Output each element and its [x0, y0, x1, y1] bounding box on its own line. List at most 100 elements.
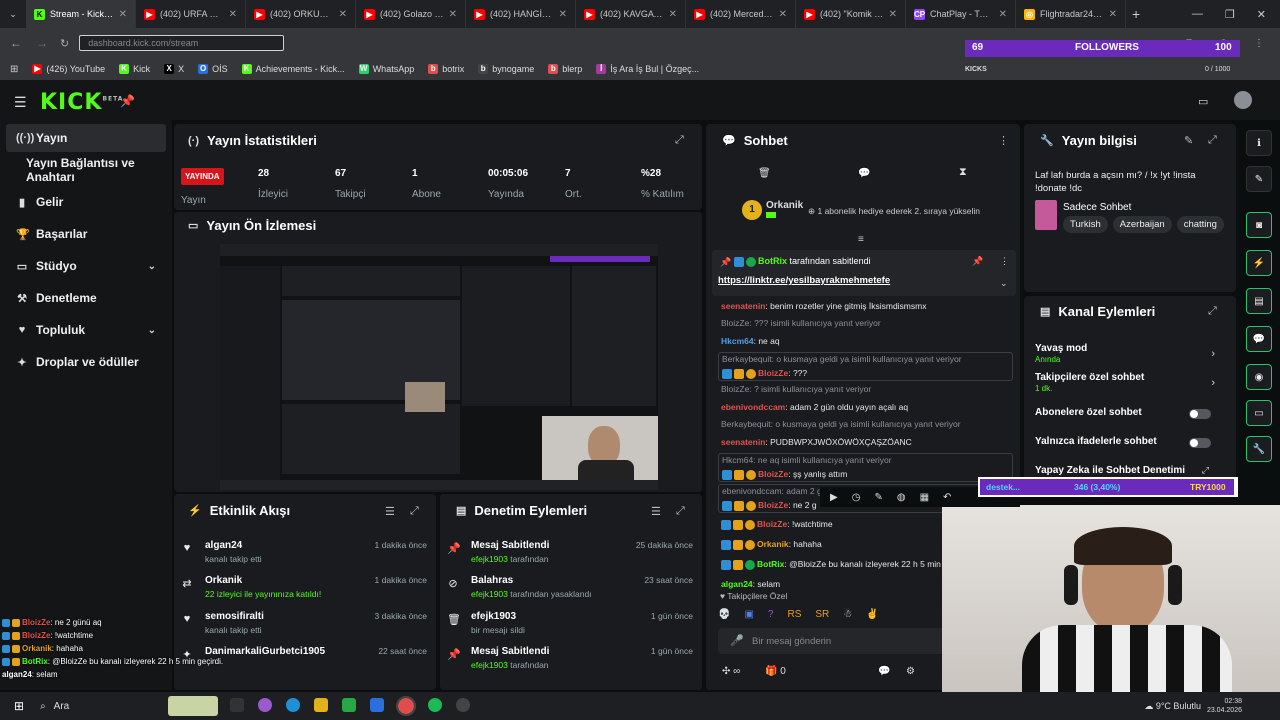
sidebar-item[interactable]: ♥ Topluluk ⌄	[6, 316, 166, 344]
windows-start-icon[interactable]: ⊞	[14, 699, 24, 713]
gift-display[interactable]: 🎁 0	[765, 666, 786, 677]
emote-sr[interactable]: SR	[815, 609, 829, 620]
edit-icon[interactable]: ✎	[1184, 134, 1193, 147]
moderator-name[interactable]: efejk1903	[471, 554, 508, 564]
toggle-switch[interactable]	[1189, 409, 1211, 419]
tag-chip[interactable]: Turkish	[1063, 216, 1108, 233]
close-tab-icon[interactable]: ✕	[999, 9, 1007, 20]
chat-message[interactable]: BloizZe: ??? isimli kullanıcıya yanıt ve…	[718, 317, 1013, 330]
chat-message[interactable]: ebenivondccam: adam 2 gün oldu yayın aça…	[718, 398, 1013, 416]
apps-icon[interactable]: ⊞	[10, 64, 18, 75]
spotify-icon[interactable]	[428, 698, 443, 712]
sidebar-item[interactable]: ⚒ Denetleme	[6, 284, 166, 312]
chat-username[interactable]: Hkcm64	[721, 336, 754, 346]
points-display[interactable]: ✣ ∞	[722, 666, 740, 677]
channel-action-item[interactable]: Takipçilere özel sohbet 1 dk. ›	[1035, 372, 1225, 396]
unpin-icon[interactable]: 📌	[972, 256, 983, 267]
outlook-icon[interactable]	[370, 698, 385, 712]
chevron-right-icon[interactable]: ›	[1211, 348, 1215, 360]
url-input[interactable]: dashboard.kick.com/stream	[79, 35, 285, 51]
chat-username[interactable]: BloizZe	[758, 500, 788, 510]
chevron-right-icon[interactable]: ›	[1211, 377, 1215, 389]
close-tab-icon[interactable]: ✕	[119, 9, 127, 20]
screen-icon[interactable]: ▭	[1246, 400, 1272, 426]
top-user[interactable]: Orkanik	[766, 200, 803, 211]
reload-icon[interactable]: ↻	[60, 37, 69, 50]
sidebar-item[interactable]: ▭ Stüdyo ⌄	[6, 252, 166, 280]
sidebar-item[interactable]: ▮ Gelir	[6, 188, 166, 216]
chat-bubble-icon[interactable]: 💬	[878, 666, 890, 677]
chat-bubble-icon[interactable]: 💬	[858, 168, 870, 179]
trash-icon[interactable]: 🗑	[758, 168, 771, 179]
channel-action-item[interactable]: Yavaş mod Anında ›	[1035, 343, 1225, 367]
chat-username[interactable]: BotRix	[757, 559, 784, 569]
minimize-icon[interactable]: —	[1192, 8, 1203, 21]
edit-icon[interactable]: ✎	[1246, 166, 1272, 192]
close-tab-icon[interactable]: ✕	[889, 9, 897, 20]
search-box[interactable]: ⌕ Ara	[40, 701, 160, 712]
camera-icon[interactable]: ◙	[1246, 212, 1272, 238]
chat-username[interactable]: algan24	[721, 579, 753, 589]
copy-icon[interactable]: ▦	[920, 492, 929, 503]
tab[interactable]: K Stream - Kick Dash ✕	[26, 0, 136, 28]
bookmark-item[interactable]: K Kick	[119, 64, 150, 74]
more-options-icon[interactable]: ⋮	[998, 134, 1009, 147]
forward-icon[interactable]: →	[36, 36, 48, 50]
edge-icon[interactable]	[286, 698, 301, 712]
play-icon[interactable]: ▶	[830, 492, 838, 503]
close-tab-icon[interactable]: ✕	[229, 9, 237, 20]
hamburger-icon[interactable]: ☰	[14, 94, 27, 111]
tab-search-icon[interactable]: ⌄	[0, 9, 26, 20]
info-icon[interactable]: ℹ	[1246, 130, 1272, 156]
expand-icon[interactable]: ⤢	[1208, 134, 1217, 147]
activity-item[interactable]: ⇄ Orkanik 22 izleyici ile yayınınıza katıl…	[182, 575, 427, 599]
bookmark-item[interactable]: b blerp	[548, 64, 582, 74]
clock-icon[interactable]: ◷	[852, 492, 861, 503]
moderation-item[interactable]: ⊘ Balahras efejk1903 tarafından yasaklandı…	[448, 575, 693, 599]
expand-icon[interactable]: ⤢	[1208, 305, 1217, 318]
pinned-link[interactable]: https://linktr.ee/yesilbayrakmehmetefe	[718, 275, 890, 286]
category-name[interactable]: Sadece Sohbet	[1063, 202, 1131, 213]
external-link-icon[interactable]: ⤢	[1202, 465, 1209, 476]
tag-chip[interactable]: Azerbaijan	[1112, 216, 1172, 233]
moderator-name[interactable]: efejk1903	[471, 660, 508, 670]
tab[interactable]: ▶ (402) "Komik Edit ✕	[796, 0, 906, 28]
wrench-icon[interactable]: 🔧	[1246, 436, 1272, 462]
obs-icon[interactable]	[456, 698, 471, 712]
channel-action-item[interactable]: Abonelere özel sohbet	[1035, 407, 1225, 431]
settings-icon[interactable]: ⚙	[906, 666, 915, 677]
emote-wave[interactable]: ✌	[866, 609, 878, 620]
file-explorer-icon[interactable]	[314, 698, 329, 712]
palette-icon[interactable]: ◍	[897, 492, 906, 503]
menu-icon[interactable]: ⋮	[1254, 38, 1264, 49]
document-icon[interactable]: ▤	[1246, 288, 1272, 314]
chat-message[interactable]: Hkcm64: ne aq	[718, 332, 1013, 350]
clock[interactable]: 02:38 23.04.2026	[1207, 697, 1242, 715]
tab[interactable]: ▶ (402) KAVGA Mİ E ✕	[576, 0, 686, 28]
chat-username[interactable]: ebenivondccam	[721, 402, 785, 412]
chat-message[interactable]: Hkcm64: ne aq isimli kullanıcıya yanıt v…	[718, 453, 1013, 482]
tab[interactable]: CP ChatPlay - Twitch ✕	[906, 0, 1016, 28]
emote-question[interactable]: ?	[768, 609, 774, 620]
chat-username[interactable]: BloizZe	[757, 519, 787, 529]
tab[interactable]: ▶ (402) ORKUN KÖ ✕	[246, 0, 356, 28]
chat-bubble-icon[interactable]: 💬	[1246, 326, 1272, 352]
collapse-icon[interactable]: ≡	[858, 234, 864, 245]
task-view-icon[interactable]	[230, 698, 245, 712]
maximize-icon[interactable]: ❐	[1225, 8, 1235, 21]
sidebar-item[interactable]: Yayın Bağlantısı ve Anahtarı	[6, 156, 166, 184]
chrome-icon[interactable]	[396, 696, 417, 716]
store-icon[interactable]	[342, 698, 357, 712]
bookmark-item[interactable]: İ İş Ara İş Bul | Özgeç...	[596, 64, 699, 74]
tab[interactable]: ▶ (402) HANGİSİ GE ✕	[466, 0, 576, 28]
close-tab-icon[interactable]: ✕	[669, 9, 677, 20]
bookmark-item[interactable]: ▶ (426) YouTube	[32, 64, 105, 74]
expand-icon[interactable]: ⤢	[676, 505, 685, 518]
pin-icon[interactable]: 📌	[120, 94, 135, 108]
mic-icon[interactable]: 🎤	[730, 634, 744, 647]
broadcast-icon[interactable]: ◉	[1246, 364, 1272, 390]
activity-item[interactable]: ♥ algan24 kanalı takip etti 1 dakika önce	[184, 540, 427, 564]
more-options-icon[interactable]: ⋮	[1000, 256, 1009, 267]
moderation-item[interactable]: 📌 Mesaj Sabitlendi efejk1903 tarafından 25 …	[447, 540, 693, 564]
lightning-icon[interactable]: ⚡	[1246, 250, 1272, 276]
